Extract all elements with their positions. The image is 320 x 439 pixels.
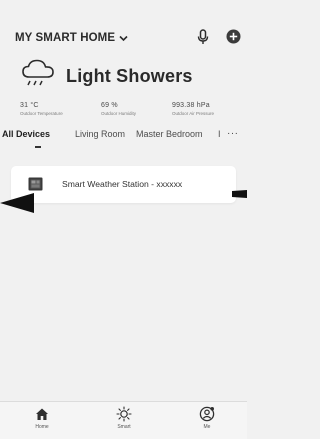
sun-icon [116, 406, 132, 422]
header: MY SMART HOME Light Showers 31 °C Outdoo… [0, 0, 247, 176]
home-icon [36, 408, 48, 420]
stat-pressure: 993.38 hPa Outdoor Air Pressure [172, 102, 214, 116]
plus-circle-icon[interactable] [226, 29, 241, 44]
stat-label: Outdoor Humidity [101, 111, 137, 116]
annotation-arrow-left [0, 193, 34, 213]
device-name: Smart Weather Station - xxxxxx [62, 179, 183, 189]
stat-value: 31 °C [20, 102, 39, 109]
nav-label: Me [203, 424, 211, 430]
nav-label: Smart [117, 424, 131, 430]
tab-partial[interactable]: I [218, 129, 221, 139]
microphone-icon[interactable] [196, 29, 210, 45]
chevron-down-icon [119, 35, 128, 41]
weather-station-icon [28, 177, 43, 191]
tab-all-devices[interactable]: All Devices [2, 129, 50, 139]
room-tabs: All Devices Living Room Master Bedroom I [0, 129, 247, 145]
annotation-arrow-right [232, 190, 247, 198]
bottom-nav: Home Smart Me [0, 401, 247, 439]
device-card[interactable]: Smart Weather Station - xxxxxx [11, 166, 236, 203]
user-icon [199, 406, 215, 422]
nav-me[interactable]: Me [187, 406, 227, 430]
active-tab-indicator [35, 146, 41, 148]
nav-label: Home [35, 424, 49, 430]
nav-smart[interactable]: Smart [104, 406, 144, 430]
nav-home[interactable]: Home [22, 406, 62, 430]
home-selector[interactable]: MY SMART HOME [15, 32, 128, 44]
stat-temperature: 31 °C Outdoor Temperature [20, 102, 63, 116]
tabs-more-button[interactable]: ··· [227, 128, 239, 139]
home-title: MY SMART HOME [15, 32, 116, 44]
stat-value: 69 % [101, 102, 118, 109]
tab-living-room[interactable]: Living Room [75, 129, 125, 139]
stat-label: Outdoor Temperature [20, 111, 63, 116]
tab-master-bedroom[interactable]: Master Bedroom [136, 129, 203, 139]
weather-condition: Light Showers [66, 66, 193, 86]
cloud-rain-icon [22, 59, 54, 86]
stat-value: 993.38 hPa [172, 102, 210, 109]
stat-label: Outdoor Air Pressure [172, 111, 215, 116]
stat-humidity: 69 % Outdoor Humidity [101, 102, 136, 116]
